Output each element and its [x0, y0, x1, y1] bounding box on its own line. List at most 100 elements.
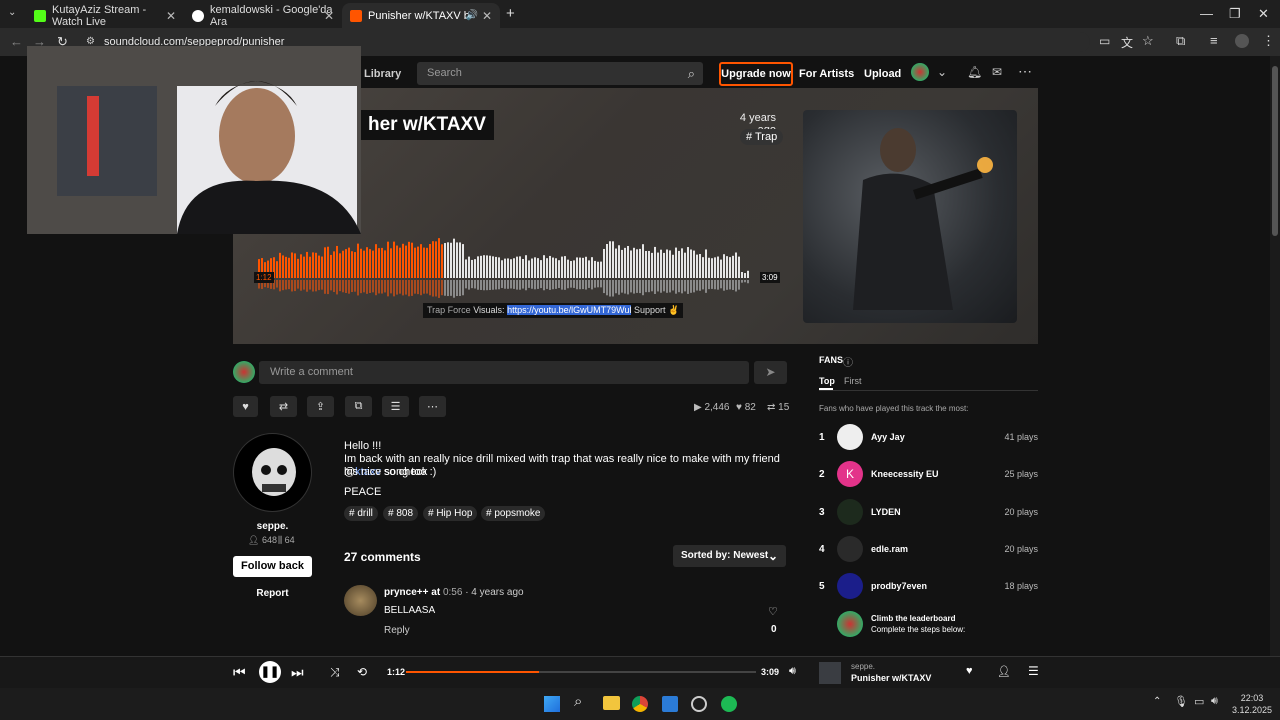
comment-time[interactable]: 0:56	[443, 587, 462, 598]
close-icon[interactable]: ✕	[482, 9, 492, 23]
fan-avatar[interactable]	[837, 499, 863, 525]
follow-back-button[interactable]: Follow back	[233, 556, 312, 577]
comment-like-icon[interactable]: ♡	[768, 605, 778, 618]
upgrade-button[interactable]: Upgrade now	[719, 62, 793, 86]
info-icon[interactable]: ⓘ	[843, 354, 853, 369]
tag-drill[interactable]: # drill	[344, 506, 378, 521]
speaker-icon[interactable]: 🔊︎	[1211, 695, 1218, 708]
close-icon[interactable]: ✕	[166, 9, 176, 23]
window-close-icon[interactable]: ✕	[1258, 6, 1269, 22]
messages-icon[interactable]: ✉	[992, 65, 1002, 79]
search-icon[interactable]: ⌕	[688, 62, 695, 85]
fan-row[interactable]: 2 K Kneecessity EU 25 plays	[819, 461, 1038, 487]
copy-link-button[interactable]: ⧉	[345, 396, 372, 417]
reply-button[interactable]: Reply	[384, 625, 410, 636]
tab-kick[interactable]: KutayAziz Stream - Watch Live ✕	[26, 3, 184, 28]
player-artist[interactable]: seppe.	[851, 662, 875, 671]
media-icon[interactable]: ≡	[1210, 33, 1218, 48]
notifications-icon[interactable]: 🔔︎	[967, 65, 982, 79]
tag-hip-hop[interactable]: # Hip Hop	[423, 506, 478, 521]
artist-avatar[interactable]	[233, 433, 312, 512]
taskbar-search-icon[interactable]: ⌕	[574, 693, 582, 710]
player-artwork[interactable]	[819, 662, 841, 684]
extensions-icon[interactable]: ⧉	[1176, 33, 1185, 49]
tag-808[interactable]: # 808	[383, 506, 419, 521]
fan-row[interactable]: 3 LYDEN 20 plays	[819, 499, 1038, 525]
more-button[interactable]: ⋯	[419, 396, 446, 417]
tab-top[interactable]: Top	[819, 376, 835, 386]
network-icon[interactable]: ▭	[1194, 695, 1204, 708]
chrome-icon[interactable]	[632, 696, 648, 712]
close-icon[interactable]: ✕	[324, 9, 334, 23]
comment-user[interactable]: prynce++	[384, 587, 428, 598]
menu-icon[interactable]: ⋮	[1262, 33, 1275, 49]
sort-dropdown[interactable]: Sorted by: Newest ⌄	[673, 545, 786, 567]
clock-date[interactable]: 3.12.2025	[1230, 705, 1274, 715]
visuals-link[interactable]: https://youtu.be/lGwUMT79Wul	[507, 305, 632, 315]
fan-avatar[interactable]: K	[837, 461, 863, 487]
add-to-playlist-button[interactable]: ☰	[382, 396, 409, 417]
fan-name[interactable]: LYDEN	[871, 507, 901, 517]
fan-avatar[interactable]	[837, 424, 863, 450]
player-like-icon[interactable]: ♥	[966, 665, 973, 677]
fan-name[interactable]: Ayy Jay	[871, 432, 905, 442]
nav-upload[interactable]: Upload	[864, 68, 901, 80]
nav-for-artists[interactable]: For Artists	[799, 68, 854, 80]
waveform-bars[interactable]	[258, 236, 750, 300]
chevron-down-icon[interactable]: ⌄	[937, 65, 947, 79]
share-button[interactable]: ⇪	[307, 396, 334, 417]
minimize-icon[interactable]: —	[1200, 6, 1213, 21]
tag-popsmoke[interactable]: # popsmoke	[481, 506, 546, 521]
comment-input[interactable]: Write a comment	[259, 361, 749, 384]
file-explorer-icon[interactable]	[603, 696, 620, 710]
tab-soundcloud[interactable]: Punisher w/KTAXV by seppe 🔊 ✕	[342, 3, 500, 28]
more-icon[interactable]: ⋯	[1018, 63, 1032, 80]
user-avatar[interactable]	[911, 63, 929, 81]
follow-user-icon[interactable]: 👤︎	[997, 665, 1011, 678]
fan-avatar[interactable]	[837, 573, 863, 599]
search-input[interactable]: Search ⌕	[417, 62, 703, 85]
repost-button[interactable]: ⇄	[270, 396, 297, 417]
report-button[interactable]: Report	[233, 588, 312, 599]
app-icon[interactable]	[691, 696, 707, 712]
tab-search-icon[interactable]: ⌄	[8, 7, 16, 18]
genre-tag[interactable]: # Trap	[740, 129, 784, 145]
clock-time[interactable]: 22:03	[1232, 693, 1272, 703]
new-tab-button[interactable]: +	[506, 5, 515, 22]
fan-avatar[interactable]	[837, 536, 863, 562]
maximize-icon[interactable]: ❐	[1229, 6, 1241, 22]
translate-icon[interactable]: 文	[1121, 34, 1133, 51]
fan-name[interactable]: Kneecessity EU	[871, 469, 939, 479]
cast-icon[interactable]: ▭	[1099, 34, 1110, 48]
scrollbar-thumb[interactable]	[1272, 66, 1278, 236]
bookmark-star-icon[interactable]: ☆	[1142, 33, 1154, 49]
mic-icon[interactable]: 🎙︎	[1174, 695, 1188, 708]
next-icon[interactable]: ⏭	[291, 664, 304, 681]
fan-name[interactable]: prodby7even	[871, 581, 927, 591]
nav-library[interactable]: Library	[364, 68, 401, 80]
scrollbar[interactable]	[1270, 56, 1280, 656]
pause-button[interactable]: ❚❚	[259, 661, 281, 683]
player-title[interactable]: Punisher w/KTAXV	[851, 673, 931, 683]
artist-name[interactable]: seppe.	[233, 521, 312, 532]
spotify-icon[interactable]	[721, 696, 737, 712]
fan-row[interactable]: 4 edle.ram 20 plays	[819, 536, 1038, 562]
fan-row[interactable]: 1 Ayy Jay 41 plays	[819, 424, 1038, 450]
tab-first[interactable]: First	[844, 376, 862, 386]
commenter-avatar[interactable]	[344, 585, 377, 616]
repeat-icon[interactable]: ⟲	[357, 665, 367, 679]
waveform[interactable]	[258, 236, 750, 300]
profile-avatar[interactable]	[1235, 34, 1249, 48]
volume-icon[interactable]: 🔊︎	[789, 665, 796, 678]
start-icon[interactable]	[544, 696, 560, 712]
tray-chevron-icon[interactable]: ⌃	[1153, 696, 1161, 707]
tab-google[interactable]: kemaldowski - Google'da Ara ✕	[184, 3, 342, 28]
queue-icon[interactable]: ☰	[1028, 664, 1039, 678]
progress-track[interactable]	[406, 671, 756, 673]
photos-icon[interactable]	[662, 696, 678, 712]
previous-icon[interactable]: ⏮	[233, 664, 246, 681]
speaker-icon[interactable]: 🔊	[466, 10, 478, 21]
send-icon[interactable]: ➤	[754, 361, 787, 384]
back-icon[interactable]: ←	[10, 34, 23, 49]
shuffle-icon[interactable]: ⤨	[330, 665, 340, 680]
